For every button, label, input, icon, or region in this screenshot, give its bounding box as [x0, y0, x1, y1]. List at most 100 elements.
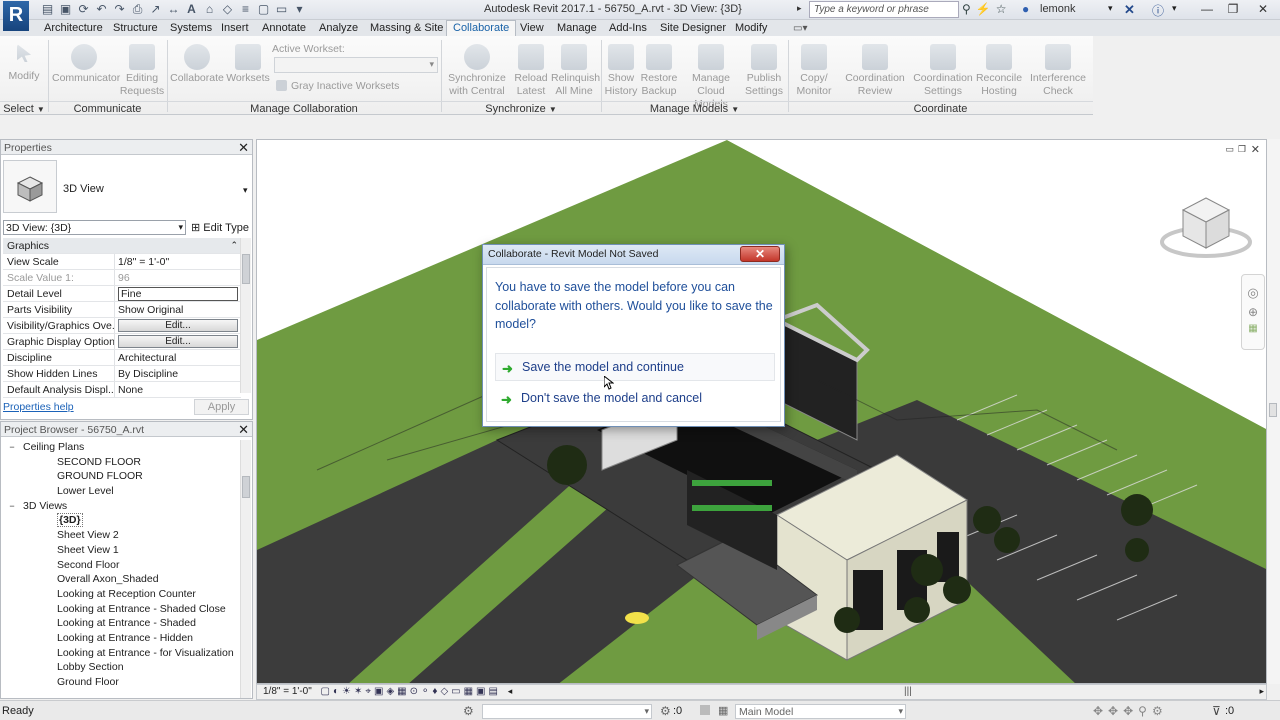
exchange-apps-icon[interactable]: ✕: [1124, 2, 1135, 18]
prop-row[interactable]: Show Hidden Lines By Discipline: [3, 366, 241, 382]
tree-collapse-icon[interactable]: −: [7, 499, 17, 513]
apply-button[interactable]: Apply: [194, 399, 249, 415]
synchronize-central-button[interactable]: Synchronize with Central: [446, 44, 508, 98]
filter-icon[interactable]: ⊽: [1212, 704, 1221, 718]
close-window-icon[interactable]: ✕: [1246, 0, 1280, 19]
selection-filter-icons[interactable]: ✥✥✥⚲⚙: [1093, 704, 1168, 718]
h-scroll-thumb[interactable]: |||: [904, 686, 912, 697]
dialog-close-button[interactable]: ✕: [740, 246, 780, 262]
gray-inactive-worksets-button[interactable]: Gray Inactive Worksets: [291, 80, 399, 92]
view-restore-icon[interactable]: ▭: [1225, 144, 1234, 155]
scroll-right-icon[interactable]: ▸: [1259, 686, 1264, 697]
tab-analyze[interactable]: Analyze: [313, 21, 364, 36]
view-maximize-icon[interactable]: ❐: [1238, 144, 1246, 155]
scroll-left-icon[interactable]: ◂: [508, 686, 513, 696]
worksets-button[interactable]: Worksets: [226, 44, 270, 85]
instance-selector[interactable]: 3D View: {3D} ▾: [3, 220, 186, 235]
scroll-thumb[interactable]: [1269, 403, 1277, 417]
editable-only-icon[interactable]: ⚙: [660, 704, 671, 718]
panel-synchronize[interactable]: Synchronize ▼: [441, 101, 601, 115]
viewcube-icon[interactable]: [1159, 190, 1253, 270]
tree-item[interactable]: Lobby Section: [1, 660, 239, 675]
prop-value[interactable]: Architectural: [115, 350, 241, 365]
dimension-icon[interactable]: ↔: [166, 2, 181, 17]
properties-help-link[interactable]: Properties help: [3, 401, 74, 413]
browser-scrollbar[interactable]: [240, 440, 251, 698]
thin-lines-icon[interactable]: ≡: [238, 2, 253, 17]
zoom-icon[interactable]: ⊕: [1242, 305, 1264, 319]
tree-item[interactable]: Looking at Entrance - Shaded Close: [1, 602, 239, 617]
prop-row[interactable]: Detail Level Fine: [3, 286, 241, 302]
modify-button[interactable]: Modify: [4, 44, 44, 83]
tab-architecture[interactable]: Architecture: [38, 21, 109, 36]
prop-row[interactable]: Parts Visibility Show Original: [3, 302, 241, 318]
prop-row[interactable]: Discipline Architectural: [3, 350, 241, 366]
section-icon[interactable]: ◇: [220, 2, 235, 17]
relinquish-all-button[interactable]: Relinquish All Mine: [551, 44, 600, 98]
minimize-ribbon-icon[interactable]: ▭▾: [793, 23, 807, 34]
tab-insert[interactable]: Insert: [215, 21, 255, 36]
close-icon[interactable]: ✕: [238, 422, 249, 438]
tree-item[interactable]: Ground Floor: [1, 675, 239, 690]
user-name[interactable]: lemonk: [1040, 3, 1075, 15]
text-icon[interactable]: A: [184, 2, 199, 17]
interference-check-button[interactable]: Interference Check: [1028, 44, 1088, 98]
vg-edit-button[interactable]: Edit...: [118, 319, 238, 332]
view-control-icons[interactable]: ▢◐☀✶⌖▣◈▦⊙⚬♦◇▭▦▣▤: [321, 686, 501, 697]
panel-manage-models[interactable]: Manage Models ▼: [601, 101, 788, 115]
close-hidden-icon[interactable]: ▢: [256, 2, 271, 17]
tree-collapse-icon[interactable]: −: [7, 440, 17, 454]
prop-row[interactable]: Visibility/Graphics Ove... Edit...: [3, 318, 241, 334]
tree-item[interactable]: SECOND FLOOR: [1, 455, 239, 470]
panel-select[interactable]: Select ▼: [0, 101, 48, 115]
tree-item[interactable]: Looking at Reception Counter: [1, 587, 239, 602]
prop-value[interactable]: By Discipline: [115, 366, 241, 381]
properties-scrollbar[interactable]: [240, 238, 251, 393]
tab-systems[interactable]: Systems: [164, 21, 218, 36]
show-history-button[interactable]: Show History: [603, 44, 639, 98]
copy-monitor-button[interactable]: Copy/ Monitor: [792, 44, 836, 98]
switch-windows-icon[interactable]: ▭: [274, 2, 289, 17]
tab-manage[interactable]: Manage: [551, 21, 603, 36]
tab-collaborate[interactable]: Collaborate: [446, 20, 517, 37]
prop-value[interactable]: None: [115, 382, 241, 397]
save-icon[interactable]: ▣: [58, 2, 73, 17]
design-options-icon[interactable]: [700, 705, 710, 715]
star-icon[interactable]: ☆: [996, 2, 1007, 16]
tab-add-ins[interactable]: Add-Ins: [603, 21, 653, 36]
detail-level-input[interactable]: Fine: [118, 287, 238, 301]
minimize-icon[interactable]: —: [1194, 0, 1220, 19]
tree-item[interactable]: Sheet View 1: [1, 543, 239, 558]
sync-icon[interactable]: ⟳: [76, 2, 91, 17]
redo-icon[interactable]: ↷: [112, 2, 127, 17]
collaborate-button[interactable]: Collaborate: [170, 44, 224, 85]
restore-backup-button[interactable]: Restore Backup: [640, 44, 678, 98]
view-scale[interactable]: 1/8" = 1'-0": [263, 686, 312, 697]
chevron-right-icon[interactable]: ▸: [797, 3, 802, 14]
dont-save-cancel-button[interactable]: ➜ Don't save the model and cancel: [495, 385, 775, 413]
editing-requests-button[interactable]: Editing Requests: [118, 44, 166, 98]
publish-settings-button[interactable]: Publish Settings: [744, 44, 784, 98]
steering-wheel-icon[interactable]: ◎: [1242, 285, 1264, 301]
canvas-scrollbar[interactable]: [1267, 139, 1280, 684]
app-menu-button[interactable]: R: [3, 1, 29, 31]
gdo-edit-button[interactable]: Edit...: [118, 335, 238, 348]
type-dropdown-icon[interactable]: ▾: [243, 185, 248, 196]
save-and-continue-button[interactable]: ➜ Save the model and continue: [495, 353, 775, 381]
tree-item[interactable]: Overall Axon_Shaded: [1, 572, 239, 587]
binoculars-icon[interactable]: ⚲: [962, 2, 971, 16]
prop-row[interactable]: Default Analysis Displ... None: [3, 382, 241, 398]
zoom-region-icon[interactable]: ▦: [1242, 323, 1264, 334]
tree-item[interactable]: {3D}: [1, 513, 239, 528]
scroll-thumb[interactable]: [242, 476, 250, 498]
tree-item[interactable]: GROUND FLOOR: [1, 469, 239, 484]
print-icon[interactable]: ⎙: [130, 2, 145, 17]
prop-value[interactable]: 1/8" = 1'-0": [115, 254, 241, 269]
maximize-icon[interactable]: ❐: [1220, 0, 1246, 19]
tree-item[interactable]: Looking at Entrance - Hidden: [1, 631, 239, 646]
exclude-options-icon[interactable]: ▦: [718, 704, 728, 717]
tree-item[interactable]: Lower Level: [1, 484, 239, 499]
3d-view-icon[interactable]: ⌂: [202, 2, 217, 17]
measure-icon[interactable]: ↗: [148, 2, 163, 17]
undo-icon[interactable]: ↶: [94, 2, 109, 17]
